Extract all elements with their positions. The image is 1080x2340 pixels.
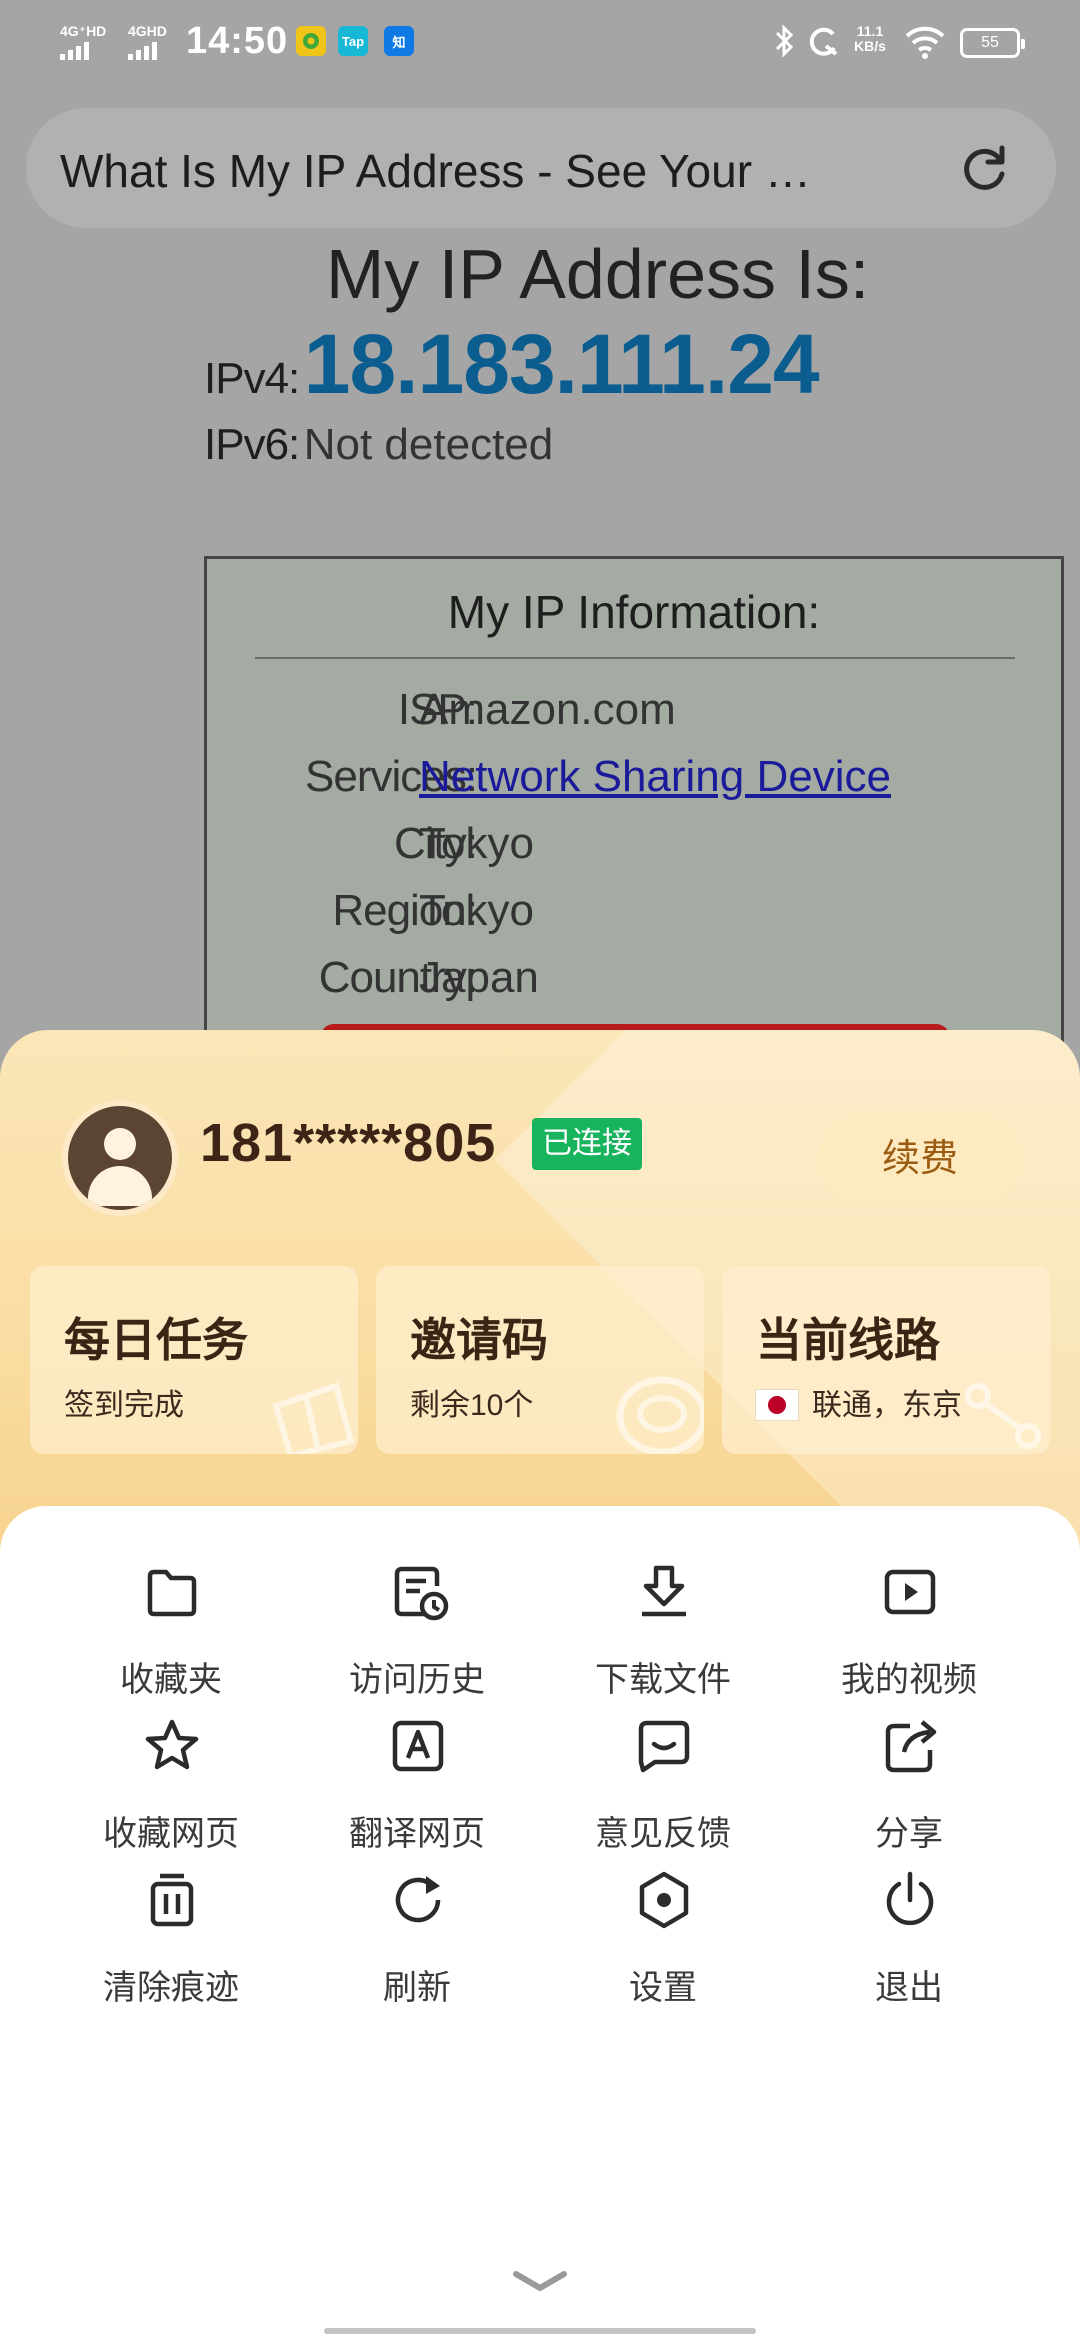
ipv6-value: Not detected [303, 420, 554, 469]
menu-label: 访问历史 [349, 1661, 485, 1699]
menu-sheet: 收藏夹 访问历史 下载文件 我的视频 收藏网页 翻译网页 意见反馈 分享 清除痕… [0, 1506, 1080, 2340]
settings-icon [639, 1871, 689, 1929]
renew-button[interactable]: 续费 [818, 1112, 1022, 1206]
reload-icon[interactable] [956, 142, 1012, 198]
info-row-region: Region: Tokyo [207, 886, 1061, 946]
download-icon [642, 1565, 686, 1617]
menu-item-bookmark-page[interactable]: 收藏网页 [48, 1710, 294, 1860]
network-speed-unit: KB/s [854, 38, 886, 54]
status-bar: 4G⁺HD 4GHD 14:50 Tap 知 11.1 KB/s 55 [0, 0, 1080, 86]
bluetooth-icon [775, 24, 794, 58]
feedback-icon [638, 1720, 690, 1773]
chevron-down-icon[interactable] [510, 2266, 570, 2296]
info-value: Amazon.com [419, 685, 676, 734]
page-heading: My IP Address Is: [326, 235, 870, 313]
account-phone: 181*****805 [200, 1113, 497, 1173]
menu-item-feedback[interactable]: 意见反馈 [540, 1710, 786, 1860]
route-label: 联通，东京 [812, 1389, 962, 1422]
address-bar[interactable]: What Is My IP Address - See Your … [26, 108, 1056, 228]
page-title[interactable]: What Is My IP Address - See Your … [60, 144, 940, 198]
ipv4-row: IPv4: 18.183.111.24 [204, 316, 820, 413]
menu-label: 刷新 [383, 1969, 451, 2007]
invite-code-card[interactable]: 邀请码 剩余10个 [376, 1266, 704, 1454]
ipv4-label: IPv4: [204, 354, 300, 403]
signal-icon: 4G⁺HD [60, 24, 106, 60]
video-icon [884, 1569, 936, 1615]
info-value: Japan [419, 953, 539, 1002]
signal-label-1: 4G⁺HD [60, 23, 107, 39]
wifi-icon [905, 26, 945, 59]
network-speed: 11.1 KB/s [848, 24, 892, 54]
card-title: 当前线路 [756, 1314, 940, 1366]
status-time: 14:50 [186, 20, 289, 62]
card-title: 邀请码 [410, 1314, 548, 1366]
info-value: Tokyo [419, 886, 534, 935]
card-subtitle: 联通，东京 [756, 1380, 962, 1424]
menu-label: 收藏网页 [103, 1815, 239, 1853]
menu-label: 收藏夹 [120, 1661, 222, 1699]
history-icon [394, 1566, 449, 1621]
menu-item-downloads[interactable]: 下载文件 [540, 1556, 786, 1706]
ipv6-row: IPv6: Not detected [204, 420, 553, 470]
ip-information-box: My IP Information: ISP: Amazon.com Servi… [204, 556, 1064, 1056]
info-row-country: Country: Japan [207, 953, 1061, 1013]
power-icon [886, 1871, 934, 1926]
battery-icon: 55 [960, 28, 1025, 58]
tap-app-icon: Tap [338, 26, 368, 56]
refresh-icon [395, 1876, 441, 1923]
share-icon [885, 1720, 937, 1773]
translate-icon [392, 1720, 444, 1772]
card-subtitle: 签到完成 [64, 1389, 184, 1422]
menu-label: 意见反馈 [595, 1815, 731, 1853]
signal-icon-2: 4GHD [128, 24, 167, 60]
alarm-icon [809, 27, 838, 56]
star-icon [145, 1719, 199, 1770]
menu-item-settings[interactable]: 设置 [540, 1864, 786, 2014]
menu-item-translate[interactable]: 翻译网页 [294, 1710, 540, 1860]
menu-label: 我的视频 [841, 1661, 977, 1699]
menu-label: 翻译网页 [349, 1815, 485, 1853]
menu-item-refresh[interactable]: 刷新 [294, 1864, 540, 2014]
status-badge: 已连接 [532, 1118, 642, 1170]
ipv4-value: 18.183.111.24 [303, 317, 820, 411]
info-row-city: City: Tokyo [207, 819, 1061, 879]
gift-icon [272, 1382, 355, 1454]
info-value: Tokyo [419, 819, 534, 868]
zhihu-app-icon: 知 [384, 26, 414, 56]
card-subtitle: 剩余10个 [410, 1389, 534, 1422]
menu-item-clear-trace[interactable]: 清除痕迹 [48, 1864, 294, 2014]
menu-label: 分享 [875, 1815, 943, 1853]
info-row-isp: ISP: Amazon.com [207, 685, 1061, 745]
menu-label: 设置 [629, 1969, 697, 2007]
services-link[interactable]: Network Sharing Device [419, 752, 891, 802]
route-icon [965, 1383, 1041, 1449]
japan-flag-icon [756, 1390, 798, 1420]
coin-icon [616, 1376, 704, 1454]
daily-task-card[interactable]: 每日任务 签到完成 [30, 1266, 358, 1454]
card-title: 每日任务 [64, 1314, 248, 1366]
menu-item-videos[interactable]: 我的视频 [786, 1556, 1032, 1706]
info-row-services: Services: Network Sharing Device [207, 752, 1061, 812]
ipv6-label: IPv6: [204, 420, 300, 469]
network-speed-value: 11.1 [856, 23, 884, 39]
app-notification-icon [296, 26, 326, 56]
folder-icon [147, 1569, 197, 1617]
menu-item-exit[interactable]: 退出 [786, 1864, 1032, 2014]
menu-item-favorites[interactable]: 收藏夹 [48, 1556, 294, 1706]
menu-item-share[interactable]: 分享 [786, 1710, 1032, 1860]
avatar[interactable] [62, 1100, 178, 1216]
divider [255, 657, 1015, 659]
home-indicator[interactable] [324, 2328, 756, 2334]
menu-label: 下载文件 [595, 1661, 731, 1699]
clear-trace-icon [150, 1873, 194, 1927]
menu-item-history[interactable]: 访问历史 [294, 1556, 540, 1706]
menu-label: 清除痕迹 [103, 1969, 239, 2007]
current-route-card[interactable]: 当前线路 联通，东京 [722, 1266, 1050, 1454]
menu-label: 退出 [875, 1969, 943, 2007]
signal-label-2: 4GHD [128, 23, 167, 39]
info-title: My IP Information: [447, 586, 821, 638]
